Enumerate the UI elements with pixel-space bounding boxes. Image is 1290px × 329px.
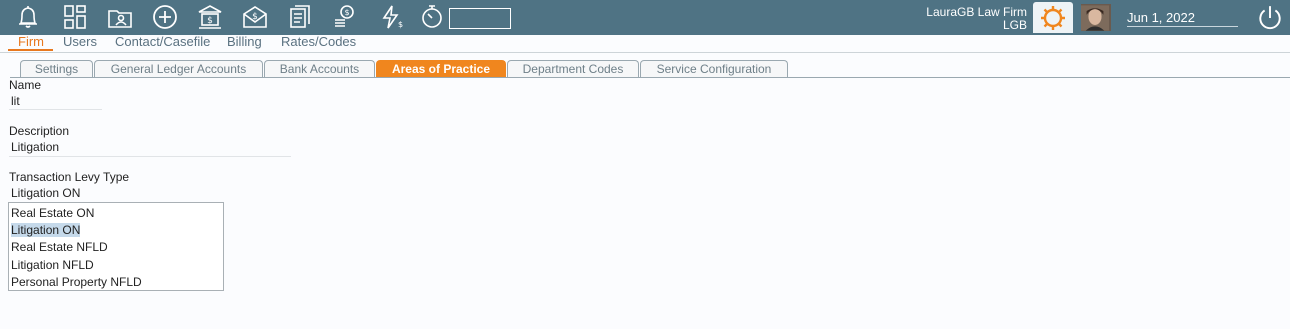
envelope-dollar-icon[interactable]: $ bbox=[241, 3, 269, 31]
svg-text:$: $ bbox=[207, 16, 213, 26]
nav-rates-codes[interactable]: Rates/Codes bbox=[281, 35, 356, 49]
name-field[interactable]: lit bbox=[11, 94, 20, 108]
documents-icon[interactable] bbox=[286, 3, 314, 31]
svg-text:$: $ bbox=[398, 20, 403, 29]
nav-divider bbox=[0, 52, 1290, 53]
levy-option[interactable]: Personal Property NFLD bbox=[11, 275, 142, 289]
add-icon[interactable] bbox=[151, 3, 179, 31]
nav-firm[interactable]: Firm bbox=[18, 35, 44, 49]
power-button[interactable] bbox=[1256, 4, 1282, 30]
tab-general-ledger-accounts[interactable]: General Ledger Accounts bbox=[94, 60, 263, 77]
firm-code: LGB bbox=[1002, 18, 1027, 32]
levy-option[interactable]: Litigation NFLD bbox=[11, 258, 94, 272]
levy-option[interactable]: Real Estate NFLD bbox=[11, 240, 108, 254]
timer-input[interactable] bbox=[449, 8, 511, 29]
svg-text:$: $ bbox=[252, 12, 258, 22]
name-label: Name bbox=[9, 78, 42, 92]
levy-option-selected[interactable]: Litigation ON bbox=[11, 223, 81, 237]
top-toolbar: $ $ $ $ LauraGB Law Firm LGB Jun 1, 2022 bbox=[0, 0, 1290, 35]
description-field-underline bbox=[9, 156, 291, 157]
bell-icon[interactable] bbox=[14, 3, 42, 31]
lightning-icon[interactable]: $ bbox=[377, 3, 405, 31]
name-field-underline bbox=[9, 109, 102, 110]
power-icon bbox=[1259, 6, 1281, 30]
levy-type-label: Transaction Levy Type bbox=[9, 170, 130, 184]
nav-billing[interactable]: Billing bbox=[227, 35, 262, 49]
main-nav: Firm Users Contact/Casefile Billing Rate… bbox=[0, 35, 1290, 51]
description-label: Description bbox=[9, 124, 70, 138]
levy-type-dropdown-list: Real Estate ON Litigation ON Real Estate… bbox=[8, 202, 224, 291]
nav-active-underline bbox=[8, 49, 53, 51]
description-field[interactable]: Litigation bbox=[11, 140, 59, 154]
firm-info: LauraGB Law Firm LGB bbox=[926, 6, 1027, 32]
bank-icon[interactable]: $ bbox=[196, 3, 224, 31]
gear-icon bbox=[1041, 5, 1065, 30]
tab-bank-accounts[interactable]: Bank Accounts bbox=[264, 60, 375, 77]
nav-users[interactable]: Users bbox=[63, 35, 97, 49]
current-date: Jun 1, 2022 bbox=[1127, 10, 1238, 27]
tab-settings[interactable]: Settings bbox=[20, 60, 93, 77]
tabs-divider bbox=[10, 77, 1290, 78]
levy-type-select[interactable]: Litigation ON bbox=[11, 186, 80, 200]
stopwatch-icon[interactable] bbox=[418, 3, 446, 31]
avatar[interactable] bbox=[1081, 4, 1111, 31]
tab-areas-of-practice[interactable]: Areas of Practice bbox=[376, 60, 506, 77]
settings-button[interactable] bbox=[1033, 2, 1073, 33]
svg-text:$: $ bbox=[344, 8, 349, 17]
tab-service-configuration[interactable]: Service Configuration bbox=[640, 60, 788, 77]
folder-user-icon[interactable] bbox=[106, 3, 134, 31]
coins-icon[interactable]: $ bbox=[331, 3, 359, 31]
dashboard-icon[interactable] bbox=[61, 3, 89, 31]
nav-contact-casefile[interactable]: Contact/Casefile bbox=[115, 35, 210, 49]
tab-department-codes[interactable]: Department Codes bbox=[507, 60, 639, 77]
levy-option[interactable]: Real Estate ON bbox=[11, 206, 94, 220]
